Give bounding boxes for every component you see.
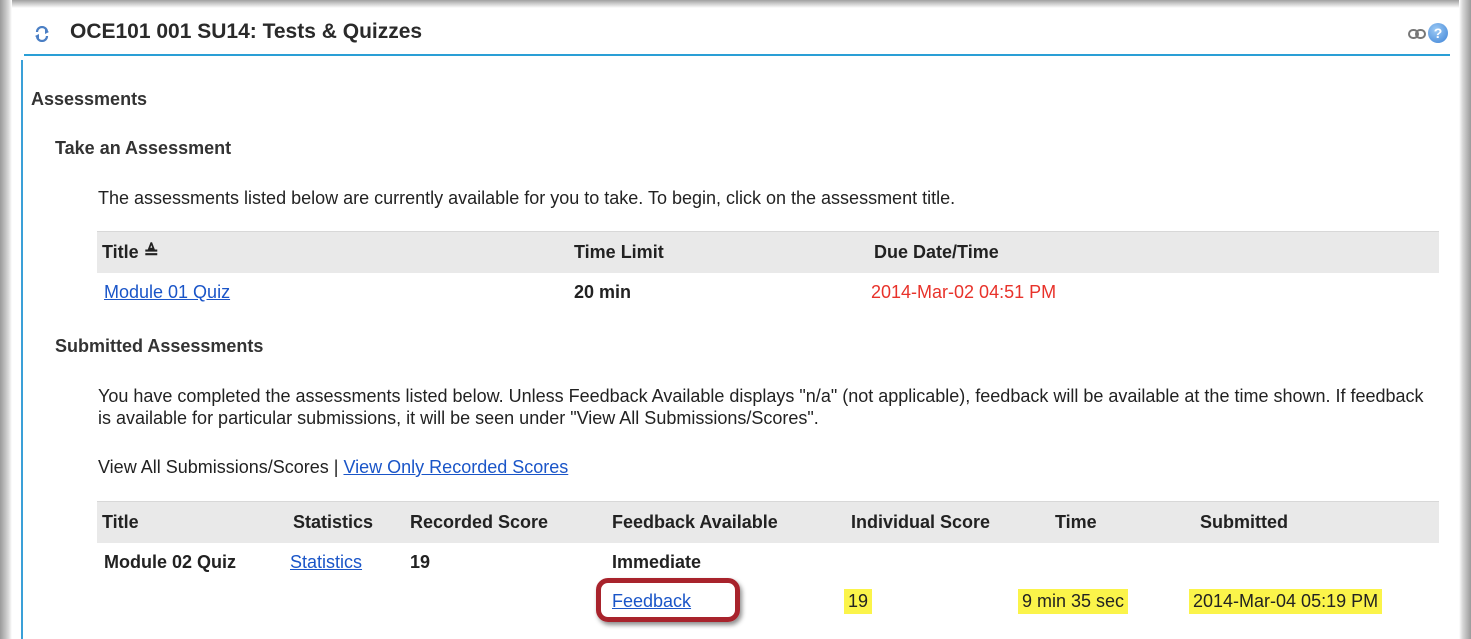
column-header-statistics: Statistics: [293, 512, 374, 532]
submitted-assessments-intro: You have completed the assessments liste…: [98, 386, 1424, 428]
frame-shadow-right: [1459, 0, 1471, 639]
frame-shadow-top: [0, 0, 1471, 8]
feedback-callout-highlight: [596, 578, 740, 622]
take-assessment-intro: The assessments listed below are current…: [98, 188, 956, 208]
column-header-time-limit: Time Limit: [574, 242, 664, 262]
view-all-submissions-label: View All Submissions/Scores: [98, 457, 329, 477]
column-header-time: Time: [1055, 512, 1097, 532]
column-header-title-label[interactable]: Title: [102, 242, 139, 262]
submitted-assessments-heading: Submitted Assessments: [55, 336, 264, 356]
sort-icon[interactable]: ≜: [144, 242, 159, 262]
view-recorded-scores-link[interactable]: View Only Recorded Scores: [343, 457, 568, 477]
column-header-individual-score: Individual Score: [851, 512, 991, 532]
due-date-value: 2014-Mar-02 04:51 PM: [871, 282, 1057, 302]
recorded-score-value: 19: [410, 552, 431, 572]
assessment-title-link[interactable]: Module 01 Quiz: [104, 282, 230, 303]
statistics-link[interactable]: Statistics: [290, 552, 362, 573]
refresh-icon[interactable]: [34, 26, 50, 42]
take-assessment-heading: Take an Assessment: [55, 138, 232, 158]
column-header-title[interactable]: Title ≜: [102, 242, 159, 263]
submitted-title: Module 02 Quiz: [104, 552, 237, 572]
tool-header: OCE101 001 SU14: Tests & Quizzes ?: [24, 14, 1450, 56]
column-header-submitted: Submitted: [1200, 512, 1288, 532]
column-header-recorded-score: Recorded Score: [410, 512, 549, 532]
submitted-date-value: 2014-Mar-04 05:19 PM: [1189, 589, 1383, 614]
submitted-assessments-table: Title Statistics Recorded Score Feedback…: [97, 501, 1439, 631]
submission-view-toggle: View All Submissions/Scores | View Only …: [98, 457, 568, 478]
column-header-title: Title: [102, 512, 139, 532]
time-value: 9 min 35 sec: [1018, 589, 1129, 614]
portlet-left-rule: [21, 60, 23, 639]
help-icon[interactable]: ?: [1428, 23, 1448, 43]
table-header-row: [97, 231, 1439, 273]
individual-score-value: 19: [844, 589, 873, 614]
link-icon[interactable]: [1408, 27, 1426, 41]
page-title: OCE101 001 SU14: Tests & Quizzes: [70, 20, 423, 43]
column-header-due-date: Due Date/Time: [874, 242, 999, 262]
feedback-available-value: Immediate: [612, 552, 702, 572]
time-limit-value: 20 min: [574, 282, 632, 302]
frame-shadow-left: [0, 0, 12, 639]
column-header-feedback-available: Feedback Available: [612, 512, 778, 532]
view-separator: |: [333, 457, 339, 477]
take-assessment-table: Title ≜ Time Limit Due Date/Time Module …: [97, 231, 1439, 321]
assessments-heading: Assessments: [31, 89, 148, 109]
